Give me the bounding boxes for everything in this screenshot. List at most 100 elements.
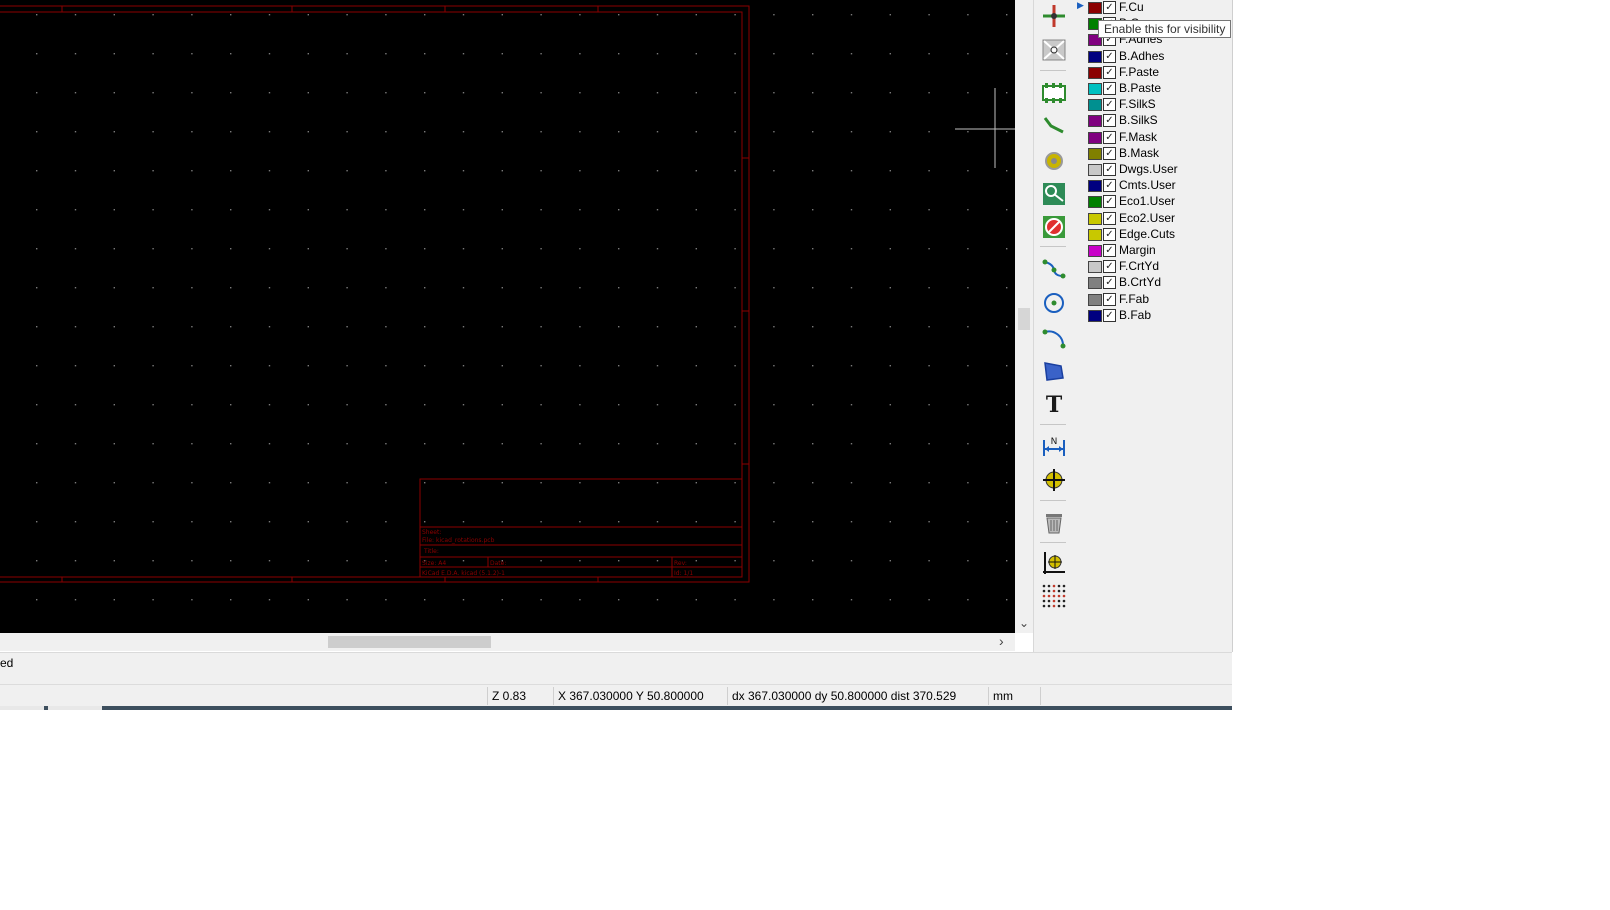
layer-color-swatch[interactable] bbox=[1088, 99, 1102, 112]
layer-name[interactable]: F.SilkS bbox=[1119, 97, 1156, 111]
layer-row[interactable]: ✓ Eco2.User bbox=[1073, 211, 1232, 227]
add-text-icon[interactable]: T bbox=[1040, 390, 1068, 418]
title-block-rev: Rev: bbox=[674, 560, 687, 567]
layer-row[interactable]: ✓ F.Cu bbox=[1073, 0, 1232, 16]
layer-visibility-checkbox[interactable]: ✓ bbox=[1103, 163, 1116, 176]
layer-visibility-checkbox[interactable]: ✓ bbox=[1103, 179, 1116, 193]
layer-visibility-checkbox[interactable]: ✓ bbox=[1103, 260, 1116, 274]
layer-row[interactable]: ✓ F.Paste bbox=[1073, 65, 1232, 81]
layer-color-swatch[interactable] bbox=[1088, 131, 1102, 144]
layer-visibility-checkbox[interactable]: ✓ bbox=[1103, 276, 1116, 290]
layer-name[interactable]: F.CrtYd bbox=[1119, 259, 1159, 273]
layer-row[interactable]: ✓ Edge.Cuts bbox=[1073, 227, 1232, 243]
layer-row[interactable]: ✓ B.Fab bbox=[1073, 308, 1232, 324]
vertical-scrollbar[interactable]: ⌄ bbox=[1015, 0, 1033, 633]
layer-color-swatch[interactable] bbox=[1088, 212, 1102, 225]
layer-name[interactable]: F.Mask bbox=[1119, 130, 1157, 144]
draw-polygon-icon[interactable] bbox=[1040, 357, 1068, 385]
layer-color-swatch[interactable] bbox=[1088, 261, 1102, 274]
layer-name[interactable]: B.Paste bbox=[1119, 81, 1161, 95]
grid-origin-icon[interactable] bbox=[1040, 582, 1068, 610]
layer-name[interactable]: Margin bbox=[1119, 243, 1156, 257]
layer-color-swatch[interactable] bbox=[1088, 83, 1102, 95]
taskbar-tab[interactable] bbox=[48, 706, 102, 710]
layer-visibility-checkbox[interactable]: ✓ bbox=[1103, 308, 1116, 322]
scroll-right-icon[interactable]: › bbox=[999, 633, 1004, 649]
layer-name[interactable]: B.CrtYd bbox=[1119, 275, 1161, 289]
layer-row[interactable]: ✓ F.CrtYd bbox=[1073, 259, 1232, 275]
layer-visibility-checkbox[interactable]: ✓ bbox=[1103, 114, 1116, 128]
layer-visibility-checkbox[interactable]: ✓ bbox=[1103, 130, 1116, 144]
layer-visibility-checkbox[interactable]: ✓ bbox=[1103, 227, 1116, 241]
layer-color-swatch[interactable] bbox=[1088, 164, 1102, 176]
layer-name[interactable]: B.SilkS bbox=[1119, 113, 1158, 127]
layer-color-swatch[interactable] bbox=[1088, 309, 1102, 322]
layer-visibility-checkbox[interactable]: ✓ bbox=[1103, 211, 1116, 225]
layer-visibility-checkbox[interactable]: ✓ bbox=[1103, 82, 1116, 95]
layer-color-swatch[interactable] bbox=[1088, 66, 1102, 79]
layer-name[interactable]: F.Cu bbox=[1119, 0, 1144, 14]
delete-icon[interactable] bbox=[1040, 509, 1068, 537]
layer-name[interactable]: F.Paste bbox=[1119, 65, 1159, 79]
add-target-icon[interactable] bbox=[1040, 466, 1068, 494]
add-dimension-icon[interactable]: N bbox=[1040, 433, 1068, 461]
layer-visibility-checkbox[interactable]: ✓ bbox=[1103, 195, 1116, 209]
route-track-icon[interactable] bbox=[1040, 113, 1068, 141]
layer-color-swatch[interactable] bbox=[1088, 180, 1102, 193]
vertical-scroll-thumb[interactable] bbox=[1018, 308, 1030, 330]
layer-color-swatch[interactable] bbox=[1088, 196, 1102, 209]
horizontal-scrollbar[interactable]: › bbox=[0, 633, 1015, 651]
taskbar-tab[interactable] bbox=[0, 706, 44, 710]
highlight-net-icon[interactable] bbox=[1040, 2, 1068, 30]
horizontal-scroll-thumb[interactable] bbox=[328, 636, 491, 648]
local-ratsnest-icon[interactable] bbox=[1040, 36, 1068, 64]
layer-row[interactable]: ✓ F.Fab bbox=[1073, 292, 1232, 308]
message-panel: ed bbox=[0, 652, 1232, 685]
layer-name[interactable]: Edge.Cuts bbox=[1119, 227, 1175, 241]
layer-name[interactable]: B.Fab bbox=[1119, 308, 1151, 322]
layer-visibility-checkbox[interactable]: ✓ bbox=[1103, 98, 1116, 112]
layer-row[interactable]: ✓ F.SilkS bbox=[1073, 97, 1232, 113]
layer-row[interactable]: ✓ B.CrtYd bbox=[1073, 275, 1232, 291]
set-origin-icon[interactable] bbox=[1040, 549, 1068, 577]
layer-visibility-checkbox[interactable]: ✓ bbox=[1103, 146, 1116, 160]
layer-visibility-checkbox[interactable]: ✓ bbox=[1103, 292, 1116, 306]
layer-row[interactable]: ✓ B.Mask bbox=[1073, 146, 1232, 162]
layer-color-swatch[interactable] bbox=[1088, 228, 1102, 241]
add-via-icon[interactable] bbox=[1040, 147, 1068, 175]
layer-visibility-checkbox[interactable]: ✓ bbox=[1103, 49, 1116, 63]
layer-visibility-checkbox[interactable]: ✓ bbox=[1103, 244, 1116, 257]
pcb-canvas[interactable]: Sheet: File: kicad_rotations.pcb Title: Siz… bbox=[0, 0, 1015, 633]
layer-name[interactable]: F.Fab bbox=[1119, 292, 1149, 306]
layer-row[interactable]: ✓ B.Adhes bbox=[1073, 49, 1232, 65]
layer-row[interactable]: ✓ B.SilkS bbox=[1073, 113, 1232, 129]
layer-row[interactable]: ✓ Cmts.User bbox=[1073, 178, 1232, 194]
layer-row[interactable]: ✓ Eco1.User bbox=[1073, 194, 1232, 210]
layer-name[interactable]: Cmts.User bbox=[1119, 178, 1176, 192]
layer-name[interactable]: Eco2.User bbox=[1119, 211, 1175, 225]
layer-row[interactable]: ✓ F.Mask bbox=[1073, 130, 1232, 146]
layer-name[interactable]: Eco1.User bbox=[1119, 194, 1175, 208]
layer-row[interactable]: ✓ Dwgs.User bbox=[1073, 162, 1232, 178]
layer-row[interactable]: ✓ Margin bbox=[1073, 243, 1232, 259]
layer-color-swatch[interactable] bbox=[1088, 2, 1102, 14]
layer-name[interactable]: Dwgs.User bbox=[1119, 162, 1178, 176]
layer-color-swatch[interactable] bbox=[1088, 115, 1102, 128]
layer-visibility-checkbox[interactable]: ✓ bbox=[1103, 65, 1116, 79]
draw-arc-icon[interactable] bbox=[1040, 323, 1068, 351]
layer-visibility-checkbox[interactable]: ✓ bbox=[1103, 1, 1116, 14]
add-footprint-icon[interactable] bbox=[1040, 79, 1068, 107]
layer-color-swatch[interactable] bbox=[1088, 147, 1102, 160]
draw-line-icon[interactable] bbox=[1040, 255, 1068, 283]
layer-row[interactable]: ✓ B.Paste bbox=[1073, 81, 1232, 97]
add-zone-icon[interactable] bbox=[1040, 180, 1068, 208]
layer-color-swatch[interactable] bbox=[1088, 245, 1102, 257]
add-keepout-icon[interactable] bbox=[1040, 213, 1068, 241]
layer-color-swatch[interactable] bbox=[1088, 277, 1102, 290]
layer-color-swatch[interactable] bbox=[1088, 50, 1102, 63]
layer-name[interactable]: B.Adhes bbox=[1119, 49, 1164, 63]
layer-color-swatch[interactable] bbox=[1088, 293, 1102, 306]
draw-circle-icon[interactable] bbox=[1040, 289, 1068, 317]
scroll-down-icon[interactable]: ⌄ bbox=[1019, 616, 1029, 630]
layer-name[interactable]: B.Mask bbox=[1119, 146, 1159, 160]
